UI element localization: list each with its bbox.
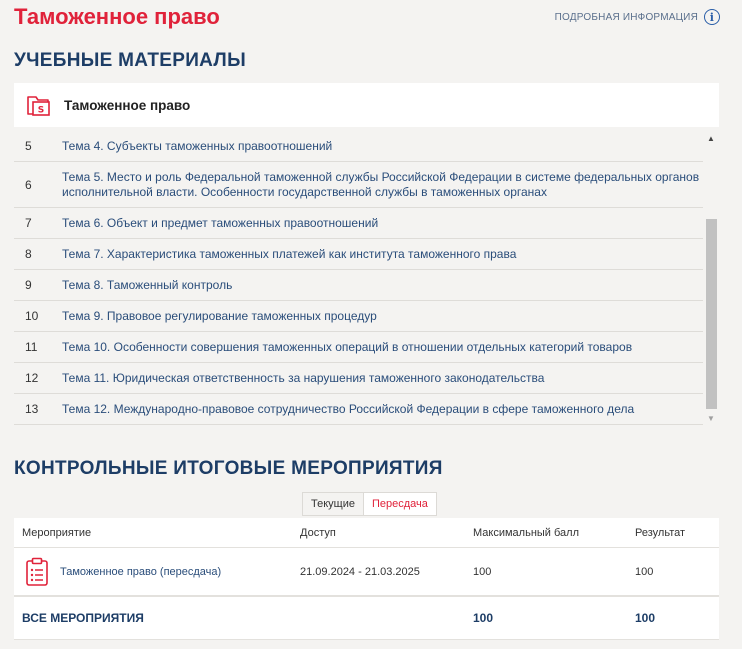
- col-header-max: Максимальный балл: [473, 526, 579, 539]
- list-item: 8 Тема 7. Характеристика таможенных плате…: [14, 239, 703, 270]
- event-access: 21.09.2024 - 21.03.2025: [300, 565, 420, 578]
- topic-link[interactable]: Тема 7. Характеристика таможенных платеж…: [62, 243, 516, 266]
- event-link[interactable]: Таможенное право (пересдача): [60, 566, 221, 578]
- course-name: Таможенное право: [64, 97, 191, 113]
- topic-number: 8: [25, 247, 32, 261]
- info-link[interactable]: ПОДРОБНАЯ ИНФОРМАЦИЯ i: [555, 9, 720, 25]
- tab-retake[interactable]: Пересдача: [363, 492, 437, 516]
- page-title: Таможенное право: [14, 4, 220, 29]
- tab-current[interactable]: Текущие: [302, 492, 364, 516]
- topic-number: 6: [25, 177, 32, 192]
- topic-number: 5: [25, 139, 32, 153]
- topic-number: 11: [25, 340, 38, 354]
- topic-link[interactable]: Тема 12. Международно-правовое сотруднич…: [62, 398, 634, 421]
- list-item: 10 Тема 9. Правовое регулирование таможен…: [14, 301, 703, 332]
- topic-number: 10: [25, 309, 39, 323]
- info-icon[interactable]: i: [704, 9, 720, 25]
- events-tabs: Текущие Пересдача: [302, 492, 437, 516]
- list-item: 12 Тема 11. Юридическая ответственность з…: [14, 363, 703, 394]
- total-label: ВСЕ МЕРОПРИЯТИЯ: [22, 611, 144, 625]
- col-header-result: Результат: [635, 526, 686, 539]
- table-row: Таможенное право (пересдача) 21.09.2024 …: [14, 548, 719, 596]
- info-label: ПОДРОБНАЯ ИНФОРМАЦИЯ: [554, 11, 698, 23]
- total-result: 100: [635, 611, 656, 625]
- topics-scrollbar[interactable]: ▲ ▼: [703, 131, 719, 425]
- list-item: 5 Тема 4. Субъекты таможенных правоотноше…: [14, 131, 703, 162]
- list-item: 7 Тема 6. Объект и предмет таможенных пра…: [14, 208, 703, 239]
- topic-link[interactable]: Тема 9. Правовое регулирование таможенны…: [62, 305, 377, 328]
- events-section-title: КОНТРОЛЬНЫЕ ИТОГОВЫЕ МЕРОПРИЯТИЯ: [14, 458, 443, 479]
- topic-link[interactable]: Тема 10. Особенности совершения таможенн…: [62, 336, 632, 359]
- event-result: 100: [635, 565, 654, 578]
- folder-icon: S: [27, 96, 50, 116]
- topics-list: 5 Тема 4. Субъекты таможенных правоотноше…: [14, 131, 703, 425]
- topic-number: 12: [25, 371, 39, 385]
- topic-number: 7: [25, 216, 32, 230]
- topic-number: 13: [25, 402, 39, 416]
- col-header-access: Доступ: [300, 526, 336, 539]
- topic-link[interactable]: Тема 4. Субъекты таможенных правоотношен…: [62, 135, 332, 158]
- total-max-score: 100: [473, 611, 494, 625]
- topic-link[interactable]: Тема 5. Место и роль Федеральной таможен…: [62, 166, 703, 204]
- table-header-row: Мероприятие Доступ Максимальный балл Рез…: [14, 518, 719, 548]
- list-item: 11 Тема 10. Особенности совершения таможе…: [14, 332, 703, 363]
- total-row: ВСЕ МЕРОПРИЯТИЯ 100 100: [14, 596, 719, 640]
- scroll-thumb[interactable]: [706, 219, 717, 409]
- topic-link[interactable]: Тема 6. Объект и предмет таможенных прав…: [62, 212, 378, 235]
- event-max-score: 100: [473, 565, 492, 578]
- topic-number: 9: [25, 278, 32, 292]
- clipboard-icon: [26, 557, 48, 586]
- col-header-event: Мероприятие: [22, 526, 92, 539]
- scroll-down-arrow-icon[interactable]: ▼: [703, 411, 719, 425]
- list-item: 13 Тема 12. Международно-правовое сотрудн…: [14, 394, 703, 425]
- course-card: S Таможенное право: [14, 83, 719, 127]
- materials-section-title: УЧЕБНЫЕ МАТЕРИАЛЫ: [14, 50, 246, 71]
- svg-text:S: S: [38, 106, 44, 116]
- topics-panel: 5 Тема 4. Субъекты таможенных правоотноше…: [14, 131, 719, 425]
- topic-link[interactable]: Тема 11. Юридическая ответственность за …: [62, 367, 544, 390]
- list-item: 9 Тема 8. Таможенный контроль: [14, 270, 703, 301]
- events-table: Мероприятие Доступ Максимальный балл Рез…: [14, 518, 719, 640]
- event-name-cell: Таможенное право (пересдача): [14, 557, 300, 587]
- list-item: 6 Тема 5. Место и роль Федеральной таможе…: [14, 162, 703, 208]
- topic-link[interactable]: Тема 8. Таможенный контроль: [62, 274, 232, 297]
- scroll-up-arrow-icon[interactable]: ▲: [703, 131, 719, 145]
